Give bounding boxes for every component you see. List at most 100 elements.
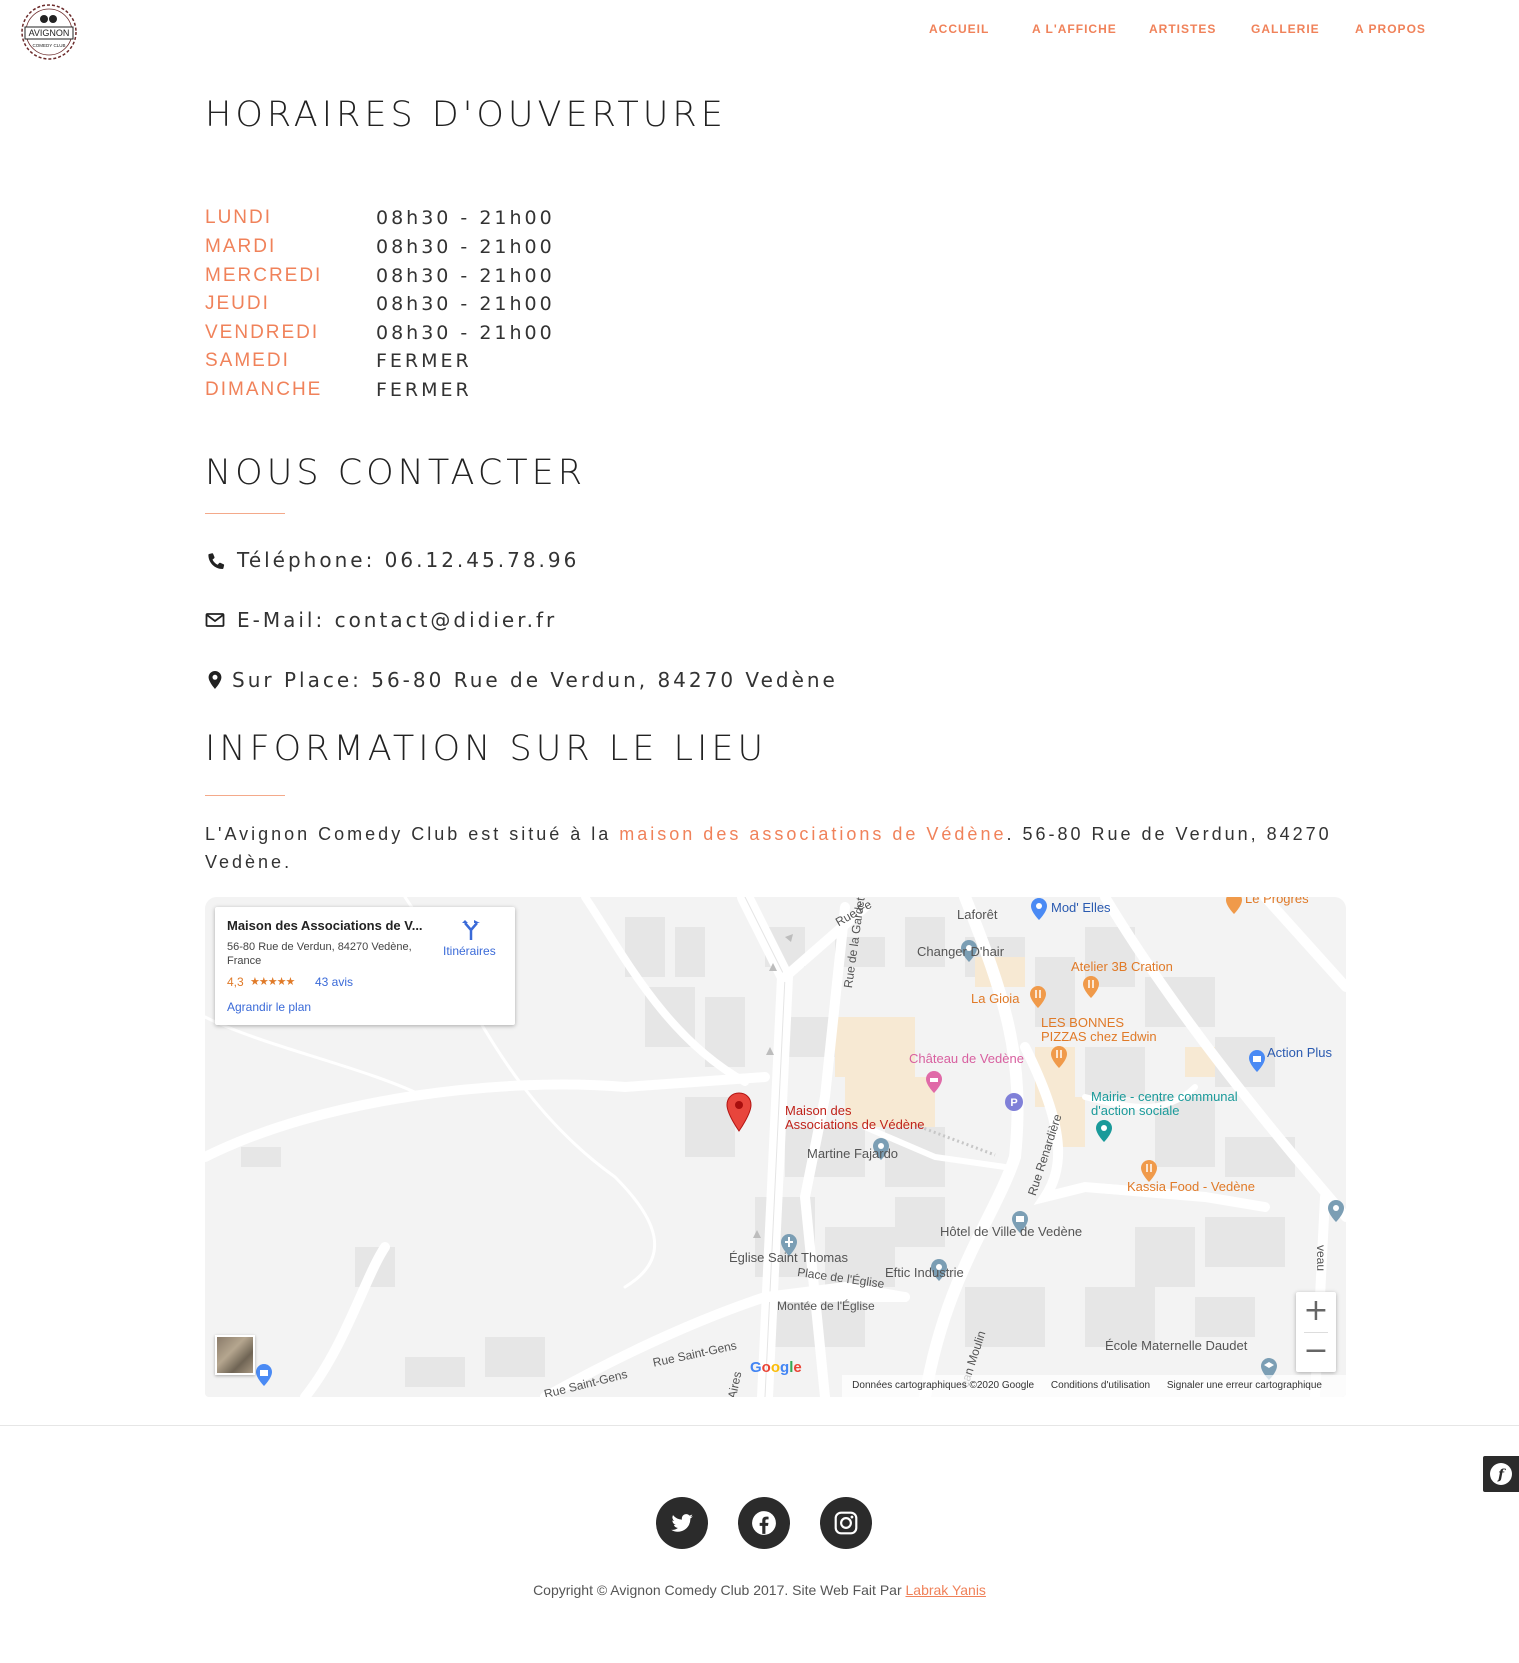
- map-label: Mod' Elles: [1051, 900, 1111, 915]
- map-label: Laforêt: [957, 907, 998, 922]
- nav-a-laffiche[interactable]: A L'AFFICHE: [1032, 22, 1117, 36]
- svg-text:P: P: [1010, 1097, 1017, 1109]
- map-label: Martine Fajardo: [807, 1146, 899, 1161]
- hours-time: FERMER: [376, 379, 472, 401]
- map-label: Eftic Industrie: [885, 1265, 964, 1280]
- zoom-out-button[interactable]: −: [1296, 1332, 1336, 1372]
- map-enlarge-link[interactable]: Agrandir le plan: [227, 1000, 311, 1014]
- copyright-text: Copyright © Avignon Comedy Club 2017. Si…: [0, 1582, 1519, 1598]
- instagram-link[interactable]: [820, 1497, 872, 1549]
- nav-accueil[interactable]: ACCUEIL: [929, 22, 989, 36]
- map-zoom-controls: + −: [1296, 1292, 1336, 1372]
- hours-day: MERCREDI: [205, 265, 323, 286]
- map-label: Le Progrès: [1245, 897, 1309, 906]
- contact-title: NOUS CONTACTER: [205, 453, 587, 493]
- map-label: Hôtel de Ville de Vedène: [940, 1224, 1083, 1239]
- shop-pin-icon[interactable]: [1030, 897, 1048, 921]
- shop-pin-icon[interactable]: [255, 1363, 273, 1387]
- map-label: Château de Vedène: [909, 1051, 1024, 1066]
- map-place-card: Maison des Associations de V... 56-80 Ru…: [215, 907, 515, 1025]
- hours-time: 08h30 - 21h00: [376, 207, 555, 229]
- symfony-icon: f: [1490, 1463, 1512, 1485]
- map-report-link[interactable]: Signaler une erreur cartographique: [1167, 1380, 1322, 1391]
- nav-gallerie[interactable]: GALLERIE: [1251, 22, 1320, 36]
- map-label: École Maternelle Daudet: [1105, 1338, 1248, 1353]
- restaurant-pin-icon[interactable]: [1050, 1045, 1068, 1069]
- zoom-in-button[interactable]: +: [1296, 1292, 1336, 1332]
- map-label: Action Plus: [1267, 1045, 1333, 1060]
- map-label: Maison des: [785, 1103, 852, 1118]
- facebook-icon: [752, 1511, 776, 1535]
- hours-day: MARDI: [205, 236, 277, 257]
- restaurant-pin-icon[interactable]: [1225, 897, 1243, 915]
- map-label: Associations de Védène: [785, 1117, 925, 1132]
- map-label: Mairie - centre communal: [1091, 1089, 1238, 1104]
- hours-title: HORAIRES D'OUVERTURE: [205, 95, 727, 135]
- hours-time: 08h30 - 21h00: [376, 265, 555, 287]
- mairie-pin-icon[interactable]: [1095, 1119, 1113, 1143]
- satellite-toggle-button[interactable]: [215, 1335, 255, 1375]
- map-label: Kassia Food - Vedène: [1127, 1179, 1255, 1194]
- google-map[interactable]: P Laforêt Mod' Elles Le Progrès Changer …: [205, 897, 1346, 1397]
- nav-a-propos[interactable]: A PROPOS: [1355, 22, 1426, 36]
- author-link[interactable]: Labrak Yanis: [906, 1582, 986, 1598]
- hotel-pin-icon[interactable]: [925, 1070, 943, 1094]
- phone-icon: [205, 550, 225, 570]
- instagram-icon: [834, 1511, 858, 1535]
- symfony-toolbar-toggle[interactable]: f: [1483, 1456, 1519, 1492]
- venue-text-before: L'Avignon Comedy Club est situé à la: [205, 824, 620, 844]
- contact-title-underline: [205, 513, 285, 514]
- hours-day: LUNDI: [205, 207, 273, 228]
- hours-time: FERMER: [376, 350, 472, 372]
- hours-time: 08h30 - 21h00: [376, 293, 555, 315]
- google-logo: Google: [750, 1359, 802, 1376]
- shop-pin-icon[interactable]: [1248, 1049, 1266, 1073]
- map-label: d'action sociale: [1091, 1103, 1180, 1118]
- copyright-label: Copyright © Avignon Comedy Club 2017. Si…: [533, 1582, 906, 1598]
- directions-link[interactable]: Itinéraires: [443, 944, 496, 958]
- venue-description: L'Avignon Comedy Club est situé à la mai…: [205, 820, 1345, 876]
- twitter-icon: [671, 1514, 693, 1532]
- hours-day: JEUDI: [205, 293, 270, 314]
- directions-icon[interactable]: [460, 919, 482, 941]
- map-label: Changer D'hair: [917, 944, 1005, 959]
- facebook-link[interactable]: [738, 1497, 790, 1549]
- rating-stars-icon: ★★★★★: [250, 976, 295, 988]
- restaurant-pin-icon[interactable]: [1082, 975, 1100, 999]
- map-place-title: Maison des Associations de V...: [227, 918, 423, 933]
- map-label: veau: [1314, 1245, 1328, 1272]
- site-logo[interactable]: AVIGNON COMEDY CLUB: [18, 3, 80, 61]
- contact-phone-text: Téléphone: 06.12.45.78.96: [237, 548, 580, 572]
- logo-text-top: AVIGNON: [29, 28, 70, 38]
- hours-time: 08h30 - 21h00: [376, 322, 555, 344]
- hours-day: DIMANCHE: [205, 379, 323, 400]
- venue-title: INFORMATION SUR LE LIEU: [205, 729, 768, 769]
- hours-day: SAMEDI: [205, 350, 290, 371]
- logo-text-bottom: COMEDY CLUB: [33, 43, 66, 48]
- map-label: Montée de l'Église: [777, 1299, 875, 1313]
- envelope-icon: [205, 610, 225, 630]
- venue-link[interactable]: maison des associations de Védène: [619, 824, 1006, 844]
- map-label: Église Saint Thomas: [729, 1250, 848, 1265]
- twitter-link[interactable]: [656, 1497, 708, 1549]
- restaurant-pin-icon[interactable]: [1029, 985, 1047, 1009]
- map-terms-link[interactable]: Conditions d'utilisation: [1051, 1380, 1150, 1391]
- map-attribution: Données cartographiques ©2020 Google Con…: [842, 1375, 1346, 1397]
- contact-email-text: E-Mail: contact@didier.fr: [237, 608, 558, 632]
- map-data-credit: Données cartographiques ©2020 Google: [852, 1380, 1035, 1391]
- selected-location-pin-icon[interactable]: [725, 1092, 753, 1132]
- poi-pin-icon[interactable]: [1327, 1199, 1345, 1223]
- nav-artistes[interactable]: ARTISTES: [1149, 22, 1216, 36]
- parking-pin-icon[interactable]: P: [1005, 1093, 1023, 1117]
- contact-place-text: Sur Place: 56-80 Rue de Verdun, 84270 Ve…: [232, 668, 838, 692]
- map-label: La Gioia: [971, 991, 1020, 1006]
- footer-divider: [0, 1425, 1519, 1426]
- map-label: Atelier 3B Cration: [1071, 959, 1173, 974]
- hours-day: VENDREDI: [205, 322, 320, 343]
- map-label: LES BONNES: [1041, 1015, 1125, 1030]
- map-marker-icon: [205, 670, 225, 690]
- map-place-rating: 4,3: [227, 975, 244, 989]
- map-label: PIZZAS chez Edwin: [1041, 1029, 1157, 1044]
- venue-title-underline: [205, 795, 285, 796]
- map-place-reviews-link[interactable]: 43 avis: [315, 975, 353, 989]
